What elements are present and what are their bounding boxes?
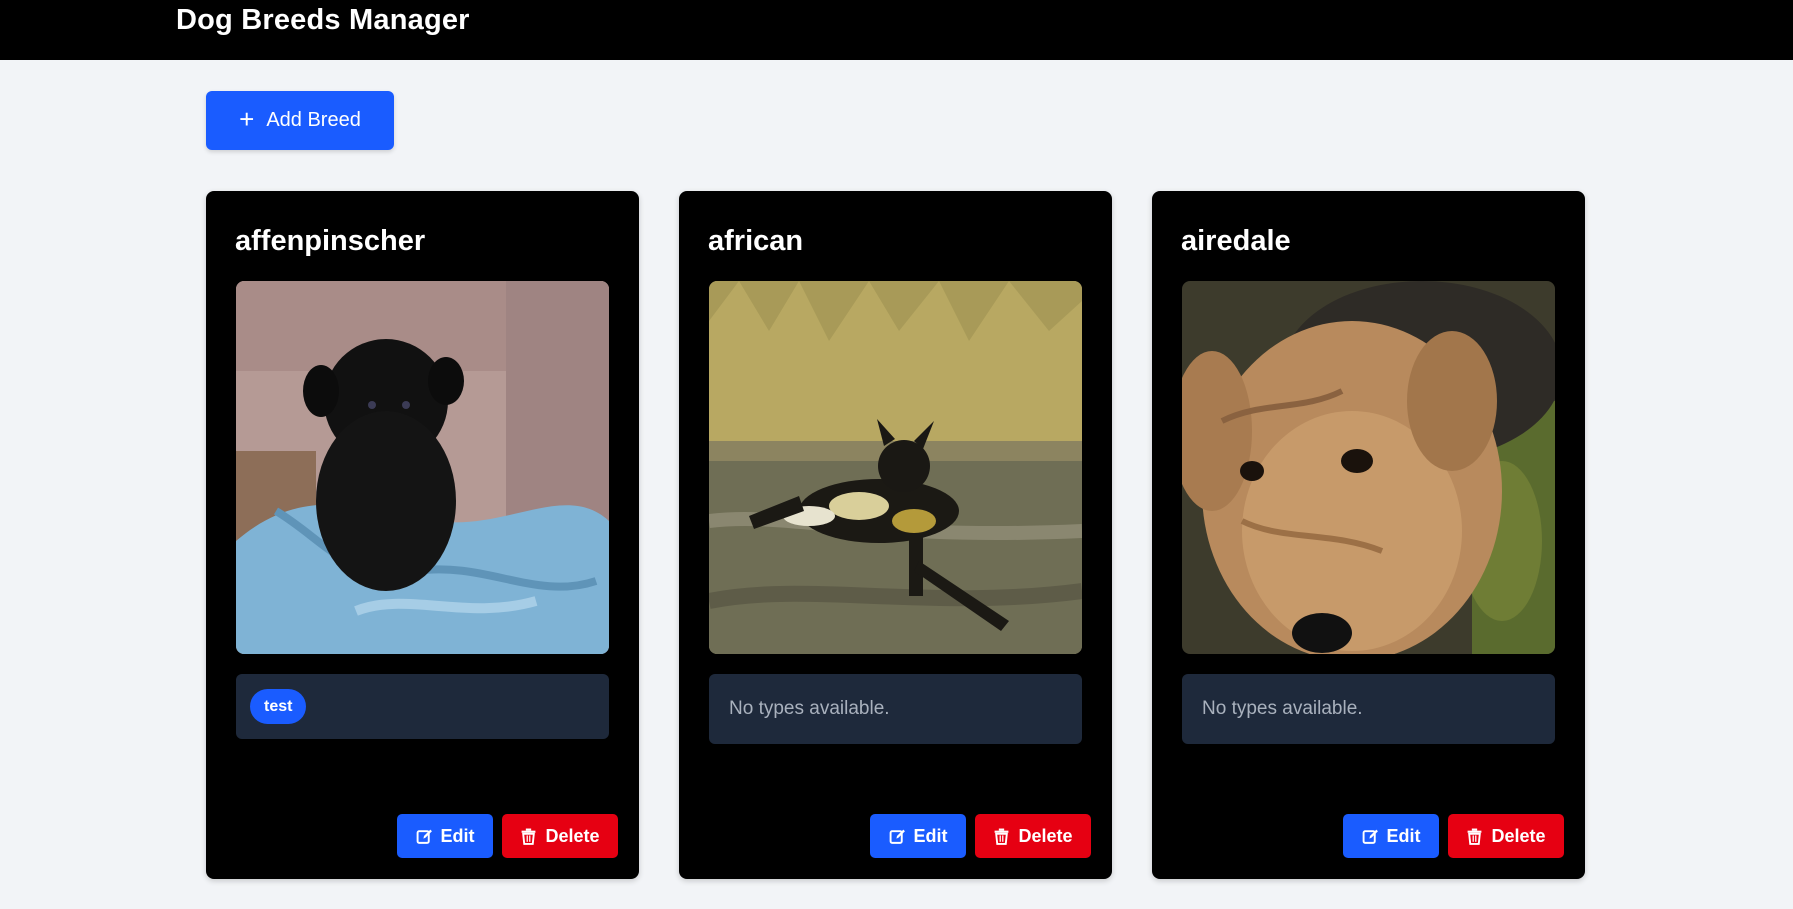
breed-photo — [1182, 281, 1555, 654]
edit-icon — [416, 829, 432, 844]
edit-button[interactable]: Edit — [1343, 814, 1439, 858]
edit-icon — [1362, 829, 1378, 844]
top-bar: Dog Breeds Manager — [0, 0, 1793, 60]
breed-card: airedale No types available. Edit Delete — [1152, 191, 1585, 879]
breed-name: airedale — [1181, 225, 1291, 257]
edit-label: Edit — [440, 825, 475, 846]
edit-button[interactable]: Edit — [870, 814, 966, 858]
add-breed-button[interactable]: + Add Breed — [206, 91, 394, 150]
delete-label: Delete — [1491, 825, 1546, 846]
types-list: No types available. — [709, 674, 1082, 744]
breed-card: african No types available. Edit Delete — [679, 191, 1112, 879]
edit-icon — [889, 829, 905, 844]
app-title: Dog Breeds Manager — [176, 4, 470, 36]
delete-label: Delete — [545, 825, 600, 846]
delete-button[interactable]: Delete — [502, 814, 618, 858]
no-types-message: No types available. — [729, 698, 890, 719]
delete-label: Delete — [1018, 825, 1073, 846]
breed-name: affenpinscher — [235, 225, 426, 257]
breed-card: affenpinscher test Edit Delete — [206, 191, 639, 879]
add-breed-label: Add Breed — [266, 109, 361, 131]
breed-name: african — [708, 225, 804, 257]
plus-icon: + — [239, 104, 255, 134]
type-tag[interactable]: test — [250, 689, 307, 724]
trash-icon — [995, 828, 1009, 845]
delete-button[interactable]: Delete — [975, 814, 1091, 858]
no-types-message: No types available. — [1202, 698, 1363, 719]
types-list: test — [236, 674, 609, 739]
delete-button[interactable]: Delete — [1448, 814, 1564, 858]
edit-button[interactable]: Edit — [397, 814, 493, 858]
breed-photo — [236, 281, 609, 654]
types-list: No types available. — [1182, 674, 1555, 744]
trash-icon — [1468, 828, 1482, 845]
breed-photo — [709, 281, 1082, 654]
trash-icon — [522, 828, 536, 845]
edit-label: Edit — [1386, 825, 1421, 846]
edit-label: Edit — [913, 825, 948, 846]
